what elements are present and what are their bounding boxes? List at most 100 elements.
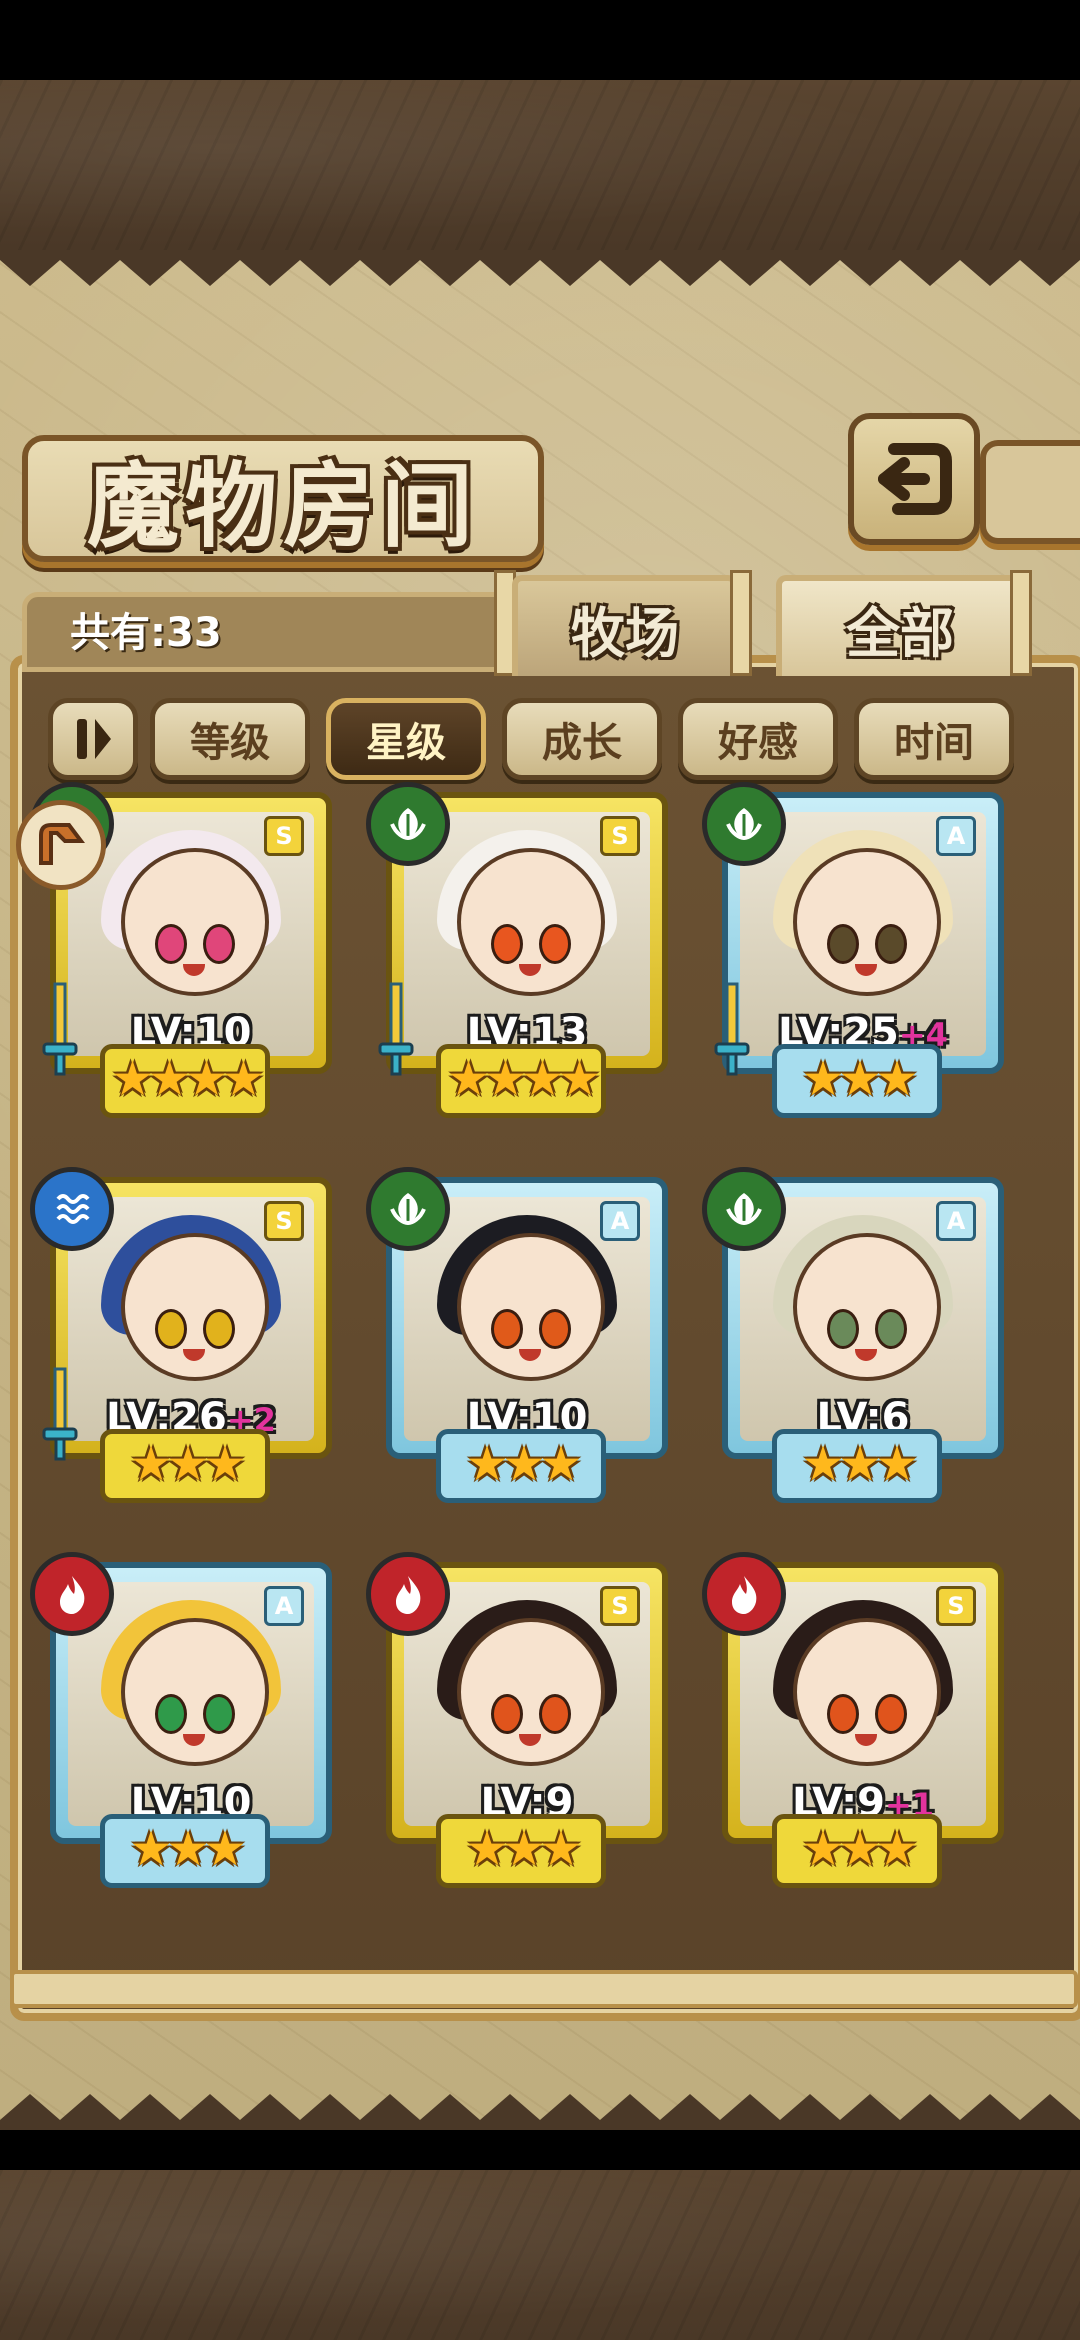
monster-count: 共有:33 — [70, 610, 222, 656]
monster-card[interactable]: A LV:10 ★★★ — [30, 1552, 332, 1888]
star-rating: ★★★ — [801, 1821, 918, 1877]
sort-by-affection-label: 好感 — [718, 720, 798, 766]
filter-button[interactable] — [16, 800, 106, 890]
rank-badge: S — [936, 1586, 976, 1626]
zigzag-bottom-edge — [0, 2094, 1080, 2130]
monster-eye — [875, 1694, 907, 1734]
monster-mouth — [855, 1349, 877, 1361]
star-rating: ★★★ — [465, 1436, 582, 1492]
leaf-element-icon — [702, 1167, 786, 1251]
monster-eye — [875, 924, 907, 964]
sort-by-time-label: 时间 — [894, 720, 974, 766]
monster-eye — [491, 1309, 523, 1349]
monster-face — [121, 1618, 269, 1766]
sword-icon — [42, 982, 78, 1076]
tab-ranch-label: 牧场 — [571, 602, 679, 665]
rank-badge: S — [264, 1201, 304, 1241]
title-plate: 魔物房间 — [22, 435, 544, 562]
monster-face — [121, 1233, 269, 1381]
monster-eye — [539, 924, 571, 964]
rank-badge: A — [936, 1201, 976, 1241]
sword-icon — [42, 1367, 78, 1461]
monster-card[interactable]: S LV:13 ★★★★ — [366, 782, 668, 1118]
monster-eye — [491, 924, 523, 964]
monster-eye — [875, 1309, 907, 1349]
fire-element-icon — [702, 1552, 786, 1636]
stars-plate: ★★★ — [100, 1814, 270, 1888]
water-element-icon — [30, 1167, 114, 1251]
sort-by-stars-button[interactable]: 星级 — [326, 698, 486, 780]
monster-mouth — [183, 1349, 205, 1361]
monster-card[interactable]: S LV:9+1 ★★★ — [702, 1552, 1004, 1888]
back-button-rail — [980, 440, 1080, 544]
star-rating: ★★★ — [129, 1821, 246, 1877]
star-rating: ★★★ — [129, 1436, 246, 1492]
rank-badge: A — [600, 1201, 640, 1241]
sort-order-button[interactable] — [48, 698, 138, 780]
tab-ranch[interactable]: 牧场 — [512, 575, 738, 676]
monster-eye — [539, 1309, 571, 1349]
stars-plate: ★★★ — [772, 1429, 942, 1503]
rank-badge: A — [936, 816, 976, 856]
monster-card[interactable]: A LV:25+4 ★★★ — [702, 782, 1004, 1118]
stars-plate: ★★★ — [772, 1814, 942, 1888]
monster-face — [793, 1618, 941, 1766]
fire-element-icon — [366, 1552, 450, 1636]
monster-face — [457, 1233, 605, 1381]
monster-face — [457, 1618, 605, 1766]
stars-plate: ★★★ — [436, 1429, 606, 1503]
monster-card[interactable]: A LV:6 ★★★ — [702, 1167, 1004, 1503]
rank-badge: A — [264, 1586, 304, 1626]
sort-by-affection-button[interactable]: 好感 — [678, 698, 838, 780]
bottom-map-band — [0, 2170, 1080, 2340]
sort-by-stars-label: 星级 — [366, 720, 446, 766]
monster-grid: S LV:10 ★★★★ S LV:13 ★★★★ A LV:25+4 ★★★ S LV:26+2 ★… — [30, 782, 1050, 1962]
monster-mouth — [519, 1349, 541, 1361]
stars-plate: ★★★ — [436, 1814, 606, 1888]
monster-face — [121, 848, 269, 996]
monster-face — [793, 848, 941, 996]
monster-eye — [491, 1694, 523, 1734]
monster-card[interactable]: S LV:26+2 ★★★ — [30, 1167, 332, 1503]
monster-mouth — [519, 964, 541, 976]
back-button[interactable] — [848, 413, 980, 545]
monster-eye — [203, 1309, 235, 1349]
monster-face — [793, 1233, 941, 1381]
stars-plate: ★★★★ — [436, 1044, 606, 1118]
monster-card[interactable]: S LV:9 ★★★ — [366, 1552, 668, 1888]
leaf-element-icon — [702, 782, 786, 866]
sort-by-time-button[interactable]: 时间 — [854, 698, 1014, 780]
filter-icon — [39, 823, 85, 865]
monster-eye — [203, 1694, 235, 1734]
monster-eye — [827, 1309, 859, 1349]
panel-bottom-bar — [10, 1970, 1078, 2008]
monster-card[interactable]: A LV:10 ★★★ — [366, 1167, 668, 1503]
sort-order-icon — [77, 719, 111, 759]
tab-all[interactable]: 全部 — [776, 575, 1024, 676]
zigzag-top-edge — [0, 250, 1080, 286]
rank-badge: S — [600, 1586, 640, 1626]
page-title: 魔物房间 — [86, 453, 479, 560]
return-icon — [878, 443, 952, 515]
rank-badge: S — [600, 816, 640, 856]
stars-plate: ★★★ — [100, 1429, 270, 1503]
monster-eye — [155, 1694, 187, 1734]
monster-eye — [203, 924, 235, 964]
monster-mouth — [183, 964, 205, 976]
leaf-element-icon — [366, 1167, 450, 1251]
monster-mouth — [855, 1734, 877, 1746]
rank-badge: S — [264, 816, 304, 856]
star-rating: ★★★ — [465, 1821, 582, 1877]
tab-post — [730, 570, 752, 676]
sort-by-level-button[interactable]: 等级 — [150, 698, 310, 780]
monster-eye — [827, 924, 859, 964]
sort-by-growth-button[interactable]: 成长 — [502, 698, 662, 780]
sword-icon — [378, 982, 414, 1076]
monster-mouth — [519, 1734, 541, 1746]
monster-eye — [539, 1694, 571, 1734]
monster-eye — [155, 924, 187, 964]
monster-eye — [155, 1309, 187, 1349]
tab-all-label: 全部 — [846, 602, 954, 665]
sort-by-growth-label: 成长 — [542, 720, 622, 766]
sword-icon — [714, 982, 750, 1076]
